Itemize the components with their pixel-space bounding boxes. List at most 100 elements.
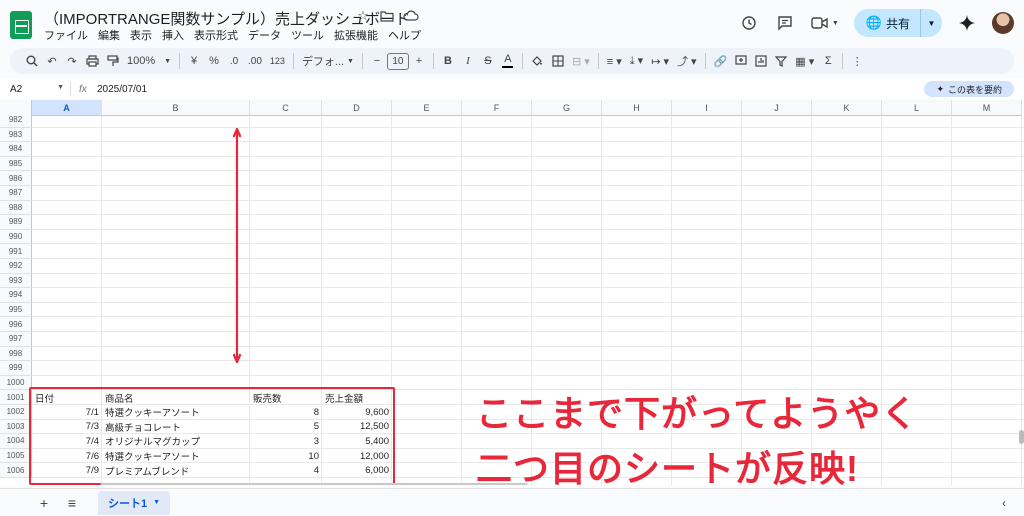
- insert-chart-icon[interactable]: [751, 50, 771, 72]
- cloud-saved-icon[interactable]: [403, 8, 419, 24]
- menu-data[interactable]: データ: [248, 27, 281, 43]
- font-select[interactable]: デフォ... ▼: [298, 50, 358, 72]
- column-header-l[interactable]: L: [882, 100, 952, 116]
- row-header[interactable]: 1003: [0, 419, 32, 435]
- bold-icon[interactable]: B: [438, 50, 458, 72]
- avatar[interactable]: [992, 12, 1014, 34]
- undo-icon[interactable]: ↶: [42, 50, 62, 72]
- row-header[interactable]: 988: [0, 200, 32, 216]
- column-header-k[interactable]: K: [812, 100, 882, 116]
- vertical-scrollbar[interactable]: [1019, 430, 1024, 444]
- row-header[interactable]: 1006: [0, 463, 32, 478]
- menu-edit[interactable]: 編集: [98, 27, 120, 43]
- percent-format-button[interactable]: %: [204, 50, 224, 72]
- print-icon[interactable]: [82, 50, 103, 72]
- column-header-c[interactable]: C: [250, 100, 322, 116]
- font-size-input[interactable]: 10: [386, 52, 409, 70]
- menu-help[interactable]: ヘルプ: [388, 27, 421, 43]
- summarize-table-button[interactable]: ✦ この表を要約: [924, 81, 1014, 97]
- text-wrap-icon[interactable]: ↦ ▾: [647, 50, 673, 72]
- row-header[interactable]: 989: [0, 215, 32, 230]
- meet-video-icon[interactable]: ▼: [810, 12, 840, 34]
- share-button[interactable]: 🌐 共有 ▼: [853, 9, 942, 37]
- row-header[interactable]: 993: [0, 273, 32, 289]
- name-box[interactable]: A2 ▼: [0, 84, 70, 95]
- column-header-j[interactable]: J: [742, 100, 812, 116]
- borders-icon[interactable]: [548, 50, 568, 72]
- column-header-d[interactable]: D: [322, 100, 392, 116]
- comment-icon[interactable]: [774, 12, 796, 34]
- row-header[interactable]: 987: [0, 186, 32, 201]
- row-header[interactable]: 998: [0, 346, 32, 362]
- add-sheet-button[interactable]: +: [30, 491, 58, 515]
- row-header[interactable]: 985: [0, 156, 32, 172]
- row-header[interactable]: 992: [0, 259, 32, 274]
- search-icon[interactable]: [22, 50, 42, 72]
- row-header[interactable]: 996: [0, 317, 32, 332]
- menu-format[interactable]: 表示形式: [194, 27, 238, 43]
- row-header[interactable]: 982: [0, 113, 32, 128]
- decrease-decimal-button[interactable]: .0: [224, 50, 244, 72]
- star-icon[interactable]: ☆: [355, 8, 371, 24]
- increase-font-size-button[interactable]: +: [409, 50, 429, 72]
- column-header-g[interactable]: G: [532, 100, 602, 116]
- column-header-i[interactable]: I: [672, 100, 742, 116]
- sheets-logo-icon[interactable]: [10, 11, 32, 39]
- share-dropdown-icon[interactable]: ▼: [920, 9, 942, 37]
- row-header[interactable]: 1004: [0, 434, 32, 449]
- horizontal-scrollbar[interactable]: [100, 483, 528, 485]
- column-header-a[interactable]: A: [32, 100, 102, 116]
- column-header-e[interactable]: E: [392, 100, 462, 116]
- increase-decimal-button[interactable]: .00: [244, 50, 266, 72]
- menu-file[interactable]: ファイル: [44, 27, 88, 43]
- row-header[interactable]: 995: [0, 302, 32, 318]
- column-header-b[interactable]: B: [102, 100, 250, 116]
- currency-format-button[interactable]: ¥: [184, 50, 204, 72]
- filter-icon[interactable]: [771, 50, 791, 72]
- collapse-arrow-icon[interactable]: ‹: [990, 491, 1018, 515]
- row-header[interactable]: 1001: [0, 390, 32, 405]
- menu-view[interactable]: 表示: [130, 27, 152, 43]
- row-header[interactable]: 994: [0, 288, 32, 303]
- row-header[interactable]: 991: [0, 244, 32, 259]
- text-rotation-icon[interactable]: ⤴ ▾: [673, 50, 701, 72]
- merge-cells-icon[interactable]: ⊟ ▾: [568, 50, 594, 72]
- insert-link-icon[interactable]: 🔗: [710, 50, 732, 72]
- strikethrough-icon[interactable]: S: [478, 50, 498, 72]
- share-main[interactable]: 🌐 共有: [854, 9, 920, 37]
- more-options-icon[interactable]: ⋮: [847, 50, 867, 72]
- row-header[interactable]: 1000: [0, 375, 32, 391]
- spreadsheet-grid[interactable]: ABCDEFGHIJKLM 982 983 984 985 986 987 988 989 99…: [0, 100, 1024, 485]
- text-color-icon[interactable]: A: [498, 50, 518, 72]
- gemini-sparkle-icon[interactable]: [956, 12, 978, 34]
- menu-extensions[interactable]: 拡張機能: [334, 27, 378, 43]
- row-header[interactable]: 990: [0, 229, 32, 245]
- menu-insert[interactable]: 挿入: [162, 27, 184, 43]
- menu-tools[interactable]: ツール: [291, 27, 324, 43]
- vertical-align-icon[interactable]: ⤓ ▾: [626, 50, 647, 72]
- sheet-tab-active[interactable]: シート1 ▼: [98, 490, 171, 515]
- formula-input[interactable]: 2025/07/01: [97, 84, 147, 95]
- row-header[interactable]: 1002: [0, 405, 32, 420]
- all-sheets-button[interactable]: ≡: [58, 491, 86, 515]
- row-header[interactable]: 984: [0, 142, 32, 157]
- italic-icon[interactable]: I: [458, 50, 478, 72]
- column-header-m[interactable]: M: [952, 100, 1022, 116]
- move-folder-icon[interactable]: [379, 8, 395, 24]
- insert-comment-icon[interactable]: [731, 50, 751, 72]
- history-icon[interactable]: [738, 12, 760, 34]
- row-header[interactable]: 997: [0, 332, 32, 347]
- redo-icon[interactable]: ↷: [62, 50, 82, 72]
- decrease-font-size-button[interactable]: −: [367, 50, 387, 72]
- column-header-h[interactable]: H: [602, 100, 672, 116]
- horizontal-align-icon[interactable]: ≡ ▾: [603, 50, 626, 72]
- row-header[interactable]: 1005: [0, 448, 32, 464]
- zoom-select[interactable]: 100% ▼: [123, 50, 175, 72]
- fill-color-icon[interactable]: [527, 50, 548, 72]
- row-header[interactable]: 986: [0, 171, 32, 186]
- row-header[interactable]: 983: [0, 127, 32, 143]
- column-header-f[interactable]: F: [462, 100, 532, 116]
- filter-views-icon[interactable]: ▦ ▾: [791, 50, 818, 72]
- paint-format-icon[interactable]: [103, 50, 123, 72]
- functions-icon[interactable]: Σ: [818, 50, 838, 72]
